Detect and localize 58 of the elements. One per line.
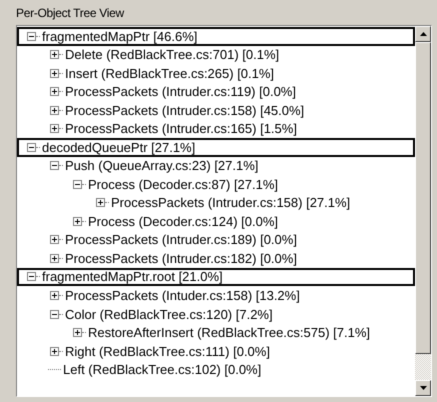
- collapse-toggle[interactable]: [27, 142, 36, 152]
- root-label[interactable]: fragmentedMapPtr.root [21.0%]: [42, 269, 223, 284]
- plus-icon: [51, 348, 58, 355]
- expand-toggle[interactable]: [50, 254, 59, 263]
- tree-item[interactable]: Process (Decoder.cs:124) [0.0%]: [88, 214, 278, 229]
- plus-icon: [97, 199, 104, 206]
- tree-item[interactable]: ProcessPackets (Intruder.cs:158) [45.0%]: [65, 102, 304, 118]
- root-label[interactable]: decodedQueuePtr [27.1%]: [42, 140, 196, 155]
- tree-item[interactable]: Delete (RedBlackTree.cs:701) [0.1%]: [65, 47, 280, 62]
- expand-toggle[interactable]: [50, 235, 59, 244]
- up-arrow-icon: [420, 32, 426, 36]
- root-label[interactable]: fragmentedMapPtr [46.6%]: [42, 28, 198, 44]
- tree-item[interactable]: Push (QueueArray.cs:23) [27.1%]: [65, 158, 258, 174]
- collapse-toggle[interactable]: [27, 32, 36, 41]
- plus-icon: [74, 329, 81, 336]
- expand-toggle[interactable]: [50, 346, 59, 356]
- tree-item[interactable]: Process (Decoder.cs:87) [27.1%]: [88, 176, 278, 192]
- tree-item[interactable]: ProcessPackets (Intruder.cs:158) [27.1%]: [111, 195, 350, 210]
- collapse-toggle[interactable]: [50, 310, 59, 319]
- scroll-down-button[interactable]: [415, 380, 431, 396]
- scroll-up-button[interactable]: [415, 26, 431, 42]
- collapse-toggle[interactable]: [73, 180, 82, 189]
- tree-root-row[interactable]: decodedQueuePtr [27.1%]: [17, 138, 415, 157]
- expand-toggle[interactable]: [50, 68, 59, 78]
- plus-icon: [51, 292, 58, 300]
- scroll-thumb[interactable]: [415, 42, 431, 354]
- collapse-toggle[interactable]: [50, 161, 59, 170]
- tree-item[interactable]: Right (RedBlackTree.cs:111) [0.0%]: [65, 344, 270, 359]
- plus-icon: [51, 51, 58, 58]
- tree-item[interactable]: ProcessPackets (Intruder.cs:189) [0.0%]: [65, 232, 297, 248]
- plus-icon: [51, 106, 58, 114]
- panel-title: Per-Object Tree View: [16, 5, 126, 22]
- expand-toggle[interactable]: [50, 87, 59, 96]
- tree-root-row[interactable]: fragmentedMapPtr [46.6%]: [17, 27, 415, 46]
- plus-icon: [51, 236, 58, 244]
- plus-icon: [51, 88, 58, 96]
- plus-icon: [51, 70, 58, 77]
- expand-toggle[interactable]: [50, 291, 59, 300]
- tree-item[interactable]: RestoreAfterInsert (RedBlackTree.cs:575) [7.1%]: [88, 325, 370, 340]
- expand-toggle[interactable]: [73, 328, 82, 338]
- tree-item[interactable]: ProcessPackets (Intuder.cs:158) [13.2%]: [65, 288, 300, 304]
- tree-item[interactable]: ProcessPackets (Intruder.cs:119) [0.0%]: [65, 84, 296, 100]
- expand-toggle[interactable]: [50, 50, 59, 60]
- tree-item[interactable]: ProcessPackets (Intruder.cs:182) [0.0%]: [65, 250, 297, 266]
- tree-item[interactable]: Color (RedBlackTree.cs:120) [7.2%]: [65, 306, 273, 322]
- tree-item[interactable]: Insert (RedBlackTree.cs:265) [0.1%]: [65, 66, 274, 81]
- collapse-toggle[interactable]: [27, 272, 36, 282]
- plus-icon: [74, 218, 81, 225]
- expand-toggle[interactable]: [96, 198, 105, 208]
- tree-item[interactable]: ProcessPackets (Intruder.cs:165) [1.5%]: [65, 121, 297, 136]
- expand-toggle[interactable]: [50, 106, 59, 115]
- tree-item[interactable]: Left (RedBlackTree.cs:102) [0.0%]: [63, 362, 262, 378]
- plus-icon: [51, 254, 58, 262]
- down-arrow-icon: [420, 386, 426, 390]
- plus-icon: [51, 125, 58, 132]
- tree-root-row[interactable]: fragmentedMapPtr.root [21.0%]: [17, 268, 415, 286]
- expand-toggle[interactable]: [50, 124, 59, 134]
- expand-toggle[interactable]: [73, 216, 82, 226]
